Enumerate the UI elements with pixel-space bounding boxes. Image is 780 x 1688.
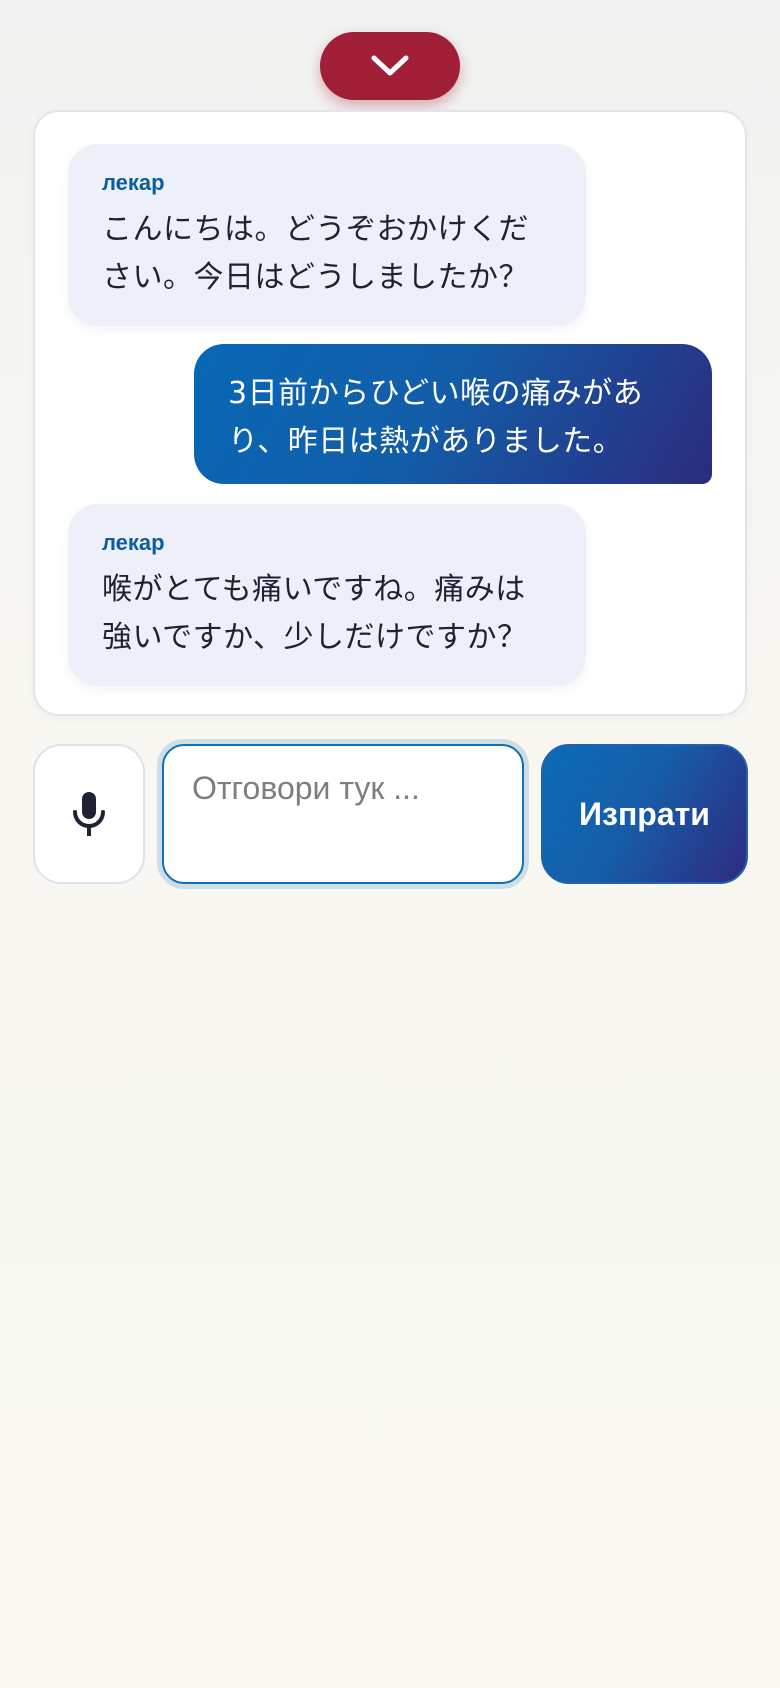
doctor-message: лекар 喉がとても痛いですね。痛みは強いですか、少しだけですか？ [68,504,586,686]
sender-label: лекар [102,170,165,195]
doctor-message: лекар こんにちは。どうぞおかけください。今日はどうしましたか？ [68,144,586,326]
sender-label: лекар [102,530,165,555]
message-text: こんにちは。どうぞおかけください。今日はどうしましたか？ [102,212,529,295]
answer-input[interactable] [162,744,524,884]
user-message: 3日前からひどい喉の痛みがあり、昨日は熱がありました。 [194,344,712,484]
microphone-button[interactable] [33,744,145,884]
message-text: 3日前からひどい喉の痛みがあり、昨日は熱がありました。 [228,376,644,459]
send-button[interactable]: Изпрати [541,744,748,884]
message-text: 喉がとても痛いですね。痛みは強いですか、少しだけですか？ [102,572,528,655]
microphone-icon [73,792,105,836]
collapse-button[interactable] [320,32,460,100]
chat-panel: лекар こんにちは。どうぞおかけください。今日はどうしましたか？ 3日前から… [33,110,747,716]
chevron-down-icon [371,55,409,76]
